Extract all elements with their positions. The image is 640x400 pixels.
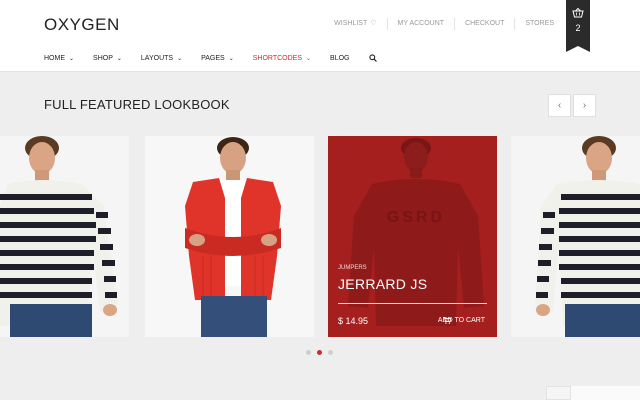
carousel-prev-button[interactable]: ‹ <box>548 94 571 117</box>
chevron-down-icon: ⌄ <box>306 55 312 62</box>
chevron-down-icon: ⌄ <box>228 55 234 62</box>
top-links: WISHLIST ♡ MY ACCOUNT CHECKOUT STORES <box>324 18 554 30</box>
product-image <box>511 136 640 337</box>
carousel-next-button[interactable]: › <box>573 94 596 117</box>
main-nav: HOME ⌄ SHOP ⌄ LAYOUTS ⌄ PAGES ⌄ SHORTCODES ⌄ … <box>44 54 396 62</box>
lookbook-title: FULL FEATURED LOOKBOOK <box>44 97 230 112</box>
product-name[interactable]: JERRARD JS <box>338 276 427 292</box>
nav-shortcodes[interactable]: SHORTCODES ⌄ <box>253 55 311 62</box>
nav-blog[interactable]: BLOG <box>330 55 349 62</box>
site-header: OXYGEN WISHLIST ♡ MY ACCOUNT CHECKOUT ST… <box>0 0 640 72</box>
site-logo[interactable]: OXYGEN <box>44 15 120 35</box>
divider <box>338 303 487 304</box>
lookbook-card-featured[interactable]: GSRD JUMPERS JERRARD JS $ 14.95 ADD TO C… <box>328 136 497 337</box>
product-price: $ 14.95 <box>338 316 369 326</box>
checkout-link[interactable]: CHECKOUT <box>455 18 516 30</box>
heart-icon: ♡ <box>370 20 377 27</box>
lookbook-card[interactable] <box>145 136 314 337</box>
my-account-link[interactable]: MY ACCOUNT <box>388 18 456 30</box>
nav-pages[interactable]: PAGES ⌄ <box>201 55 234 62</box>
add-to-cart-button[interactable]: ADD TO CART <box>438 317 485 324</box>
product-image <box>0 136 129 337</box>
sweater-print-text: GSRD <box>387 209 445 226</box>
chevron-left-icon: ‹ <box>557 100 562 111</box>
nav-label: PAGES <box>201 54 225 62</box>
nav-label: SHORTCODES <box>252 54 303 62</box>
stores-link[interactable]: STORES <box>515 18 554 30</box>
nav-search[interactable] <box>368 54 377 62</box>
product-image <box>145 136 314 337</box>
lookbook-card[interactable] <box>0 136 129 337</box>
nav-shop[interactable]: SHOP ⌄ <box>93 55 122 62</box>
pagination-dot[interactable] <box>328 350 333 355</box>
bottom-card-edge <box>570 386 640 400</box>
product-image: GSRD <box>328 136 497 337</box>
nav-label: SHOP <box>93 54 113 62</box>
chevron-down-icon: ⌄ <box>177 55 183 62</box>
chevron-right-icon: › <box>582 100 587 111</box>
nav-layouts[interactable]: LAYOUTS ⌄ <box>141 55 182 62</box>
wishlist-label: WISHLIST <box>334 20 368 27</box>
lookbook-card[interactable] <box>511 136 640 337</box>
chevron-down-icon: ⌄ <box>69 55 75 62</box>
nav-label: BLOG <box>330 54 350 62</box>
wishlist-link[interactable]: WISHLIST ♡ <box>324 18 388 30</box>
chevron-down-icon: ⌄ <box>116 55 122 62</box>
pagination-dot-active[interactable] <box>317 350 322 355</box>
nav-home[interactable]: HOME ⌄ <box>44 55 74 62</box>
basket-icon <box>572 8 584 18</box>
nav-label: LAYOUTS <box>140 54 174 62</box>
search-icon <box>368 54 377 62</box>
nav-label: HOME <box>44 54 65 62</box>
cart-button[interactable]: 2 <box>566 0 590 52</box>
carousel-pagination <box>306 350 339 355</box>
cart-count: 2 <box>575 23 581 33</box>
cart-icon <box>442 317 451 324</box>
pagination-dot[interactable] <box>306 350 311 355</box>
product-category[interactable]: JUMPERS <box>338 265 367 271</box>
